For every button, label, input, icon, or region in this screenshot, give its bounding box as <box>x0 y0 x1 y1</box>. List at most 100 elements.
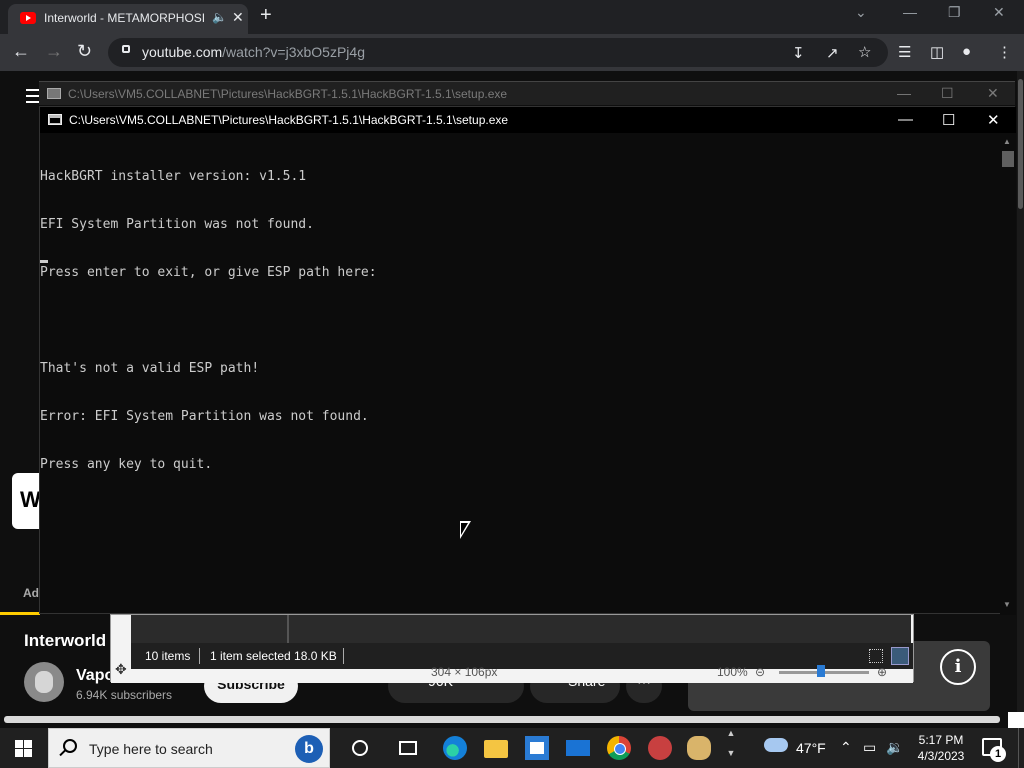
forward-icon[interactable]: → <box>45 41 63 62</box>
mail-icon[interactable] <box>566 740 590 756</box>
file-explorer-icon[interactable] <box>484 740 508 758</box>
back-icon[interactable]: ← <box>12 41 30 62</box>
star-icon[interactable]: ☆ <box>858 43 871 61</box>
scrollbar-corner <box>1008 712 1024 728</box>
browser-minimize-icon[interactable]: — <box>903 4 917 20</box>
taskbar: Type here to search b ▲ ▼ 47°F ⌃ ▭ 🔉 5:17… <box>0 728 1024 768</box>
console-window[interactable]: C:\Users\VM5.COLLABNET\Pictures\HackBGRT… <box>39 106 1016 615</box>
show-hidden-icons-chevron-icon[interactable]: ⌃ <box>840 739 852 756</box>
video-progress-bar[interactable] <box>0 612 40 615</box>
scroll-up-arrow-icon[interactable]: ▲ <box>1003 137 1011 146</box>
tab-search-chevron-icon[interactable]: ⌄ <box>855 4 867 21</box>
maximize-icon[interactable]: ☐ <box>941 85 954 102</box>
zoom-out-icon[interactable]: ⊝ <box>755 665 765 679</box>
tab-close-icon[interactable]: ✕ <box>232 9 244 26</box>
media-icon[interactable]: ☰ <box>898 43 911 61</box>
profile-icon[interactable]: ● <box>962 43 971 60</box>
new-tab-plus-icon[interactable]: + <box>260 5 272 25</box>
text-cursor <box>40 260 48 263</box>
reload-icon[interactable]: ↻ <box>77 41 92 62</box>
system-clock[interactable]: 5:17 PM 4/3/2023 <box>912 732 970 764</box>
console-line: HackBGRT installer version: v1.5.1 <box>40 169 307 184</box>
large-icons-view-icon[interactable] <box>891 647 909 665</box>
tab-title: Interworld - METAMORPHOSIS <box>44 11 204 25</box>
sidebar-icon[interactable]: ◫ <box>930 43 944 61</box>
console-line: That's not a valid ESP path! <box>40 361 260 376</box>
move-icon[interactable]: ✥ <box>115 661 127 678</box>
speaker-icon[interactable]: 🔈 <box>212 10 227 24</box>
console-line: Press enter to exit, or give ESP path he… <box>40 265 377 280</box>
console-scrollbar[interactable]: ▲ ▼ <box>1000 133 1016 615</box>
task-view-icon[interactable] <box>399 741 417 755</box>
lock-icon[interactable] <box>122 45 130 53</box>
explorer-image-statusbar: 304 × 106px 100% ⊝ ⊕ <box>111 665 913 683</box>
channel-avatar[interactable] <box>24 662 64 702</box>
notification-badge: 1 <box>990 746 1006 762</box>
ad-label: Ad <box>23 586 39 600</box>
maximize-icon[interactable]: ☐ <box>942 111 955 129</box>
channel-name[interactable]: Vapo <box>76 667 114 685</box>
network-icon[interactable]: ▭ <box>863 739 876 756</box>
cortana-icon[interactable] <box>352 740 368 756</box>
address-url[interactable]: youtube.com/watch?v=j3xbO5zPj4g <box>142 44 365 60</box>
console-title: C:\Users\VM5.COLLABNET\Pictures\HackBGRT… <box>69 113 509 127</box>
console-titlebar[interactable]: C:\Users\VM5.COLLABNET\Pictures\HackBGRT… <box>40 107 1016 133</box>
chrome-icon[interactable] <box>607 736 631 760</box>
show-desktop-button[interactable] <box>1018 728 1024 768</box>
windows-start-icon[interactable] <box>15 740 32 757</box>
hamburger-menu-icon[interactable] <box>26 89 40 107</box>
zoom-level: 100% <box>717 665 748 679</box>
share-icon[interactable]: ↗ <box>826 44 839 62</box>
close-icon[interactable]: ✕ <box>987 111 1000 129</box>
scroll-down-arrow-icon[interactable]: ▼ <box>1003 600 1011 609</box>
browser-close-icon[interactable]: ✕ <box>993 4 1005 21</box>
console-output[interactable]: HackBGRT installer version: v1.5.1 EFI S… <box>40 137 1000 613</box>
browser-tab[interactable]: Interworld - METAMORPHOSIS 🔈 ✕ <box>8 4 248 34</box>
volume-icon[interactable]: 🔉 <box>886 739 903 756</box>
status-item-count: 10 items <box>145 649 191 663</box>
details-view-icon[interactable] <box>869 649 883 663</box>
close-icon[interactable]: ✕ <box>987 85 999 102</box>
subscriber-count: 6.94K subscribers <box>76 688 173 702</box>
page-scrollbar[interactable] <box>1017 71 1024 713</box>
zoom-in-icon[interactable]: ⊕ <box>877 665 887 679</box>
search-icon <box>63 739 77 753</box>
explorer-status-bar: 10 items 1 item selected 18.0 KB <box>131 643 913 669</box>
minimize-icon[interactable]: — <box>898 111 913 128</box>
console-line: Error: EFI System Partition was not foun… <box>40 409 369 424</box>
weather-icon[interactable] <box>764 738 788 752</box>
menu-icon[interactable]: ⋮ <box>997 43 1012 61</box>
clock-time: 5:17 PM <box>918 733 964 747</box>
store-icon[interactable] <box>525 736 549 760</box>
horizontal-scrollbar[interactable] <box>4 716 1000 723</box>
temperature[interactable]: 47°F <box>796 740 826 756</box>
install-icon[interactable]: ↧ <box>792 44 805 62</box>
taskbar-scroll-arrows[interactable]: ▲ ▼ <box>722 728 740 768</box>
paint-3d-icon[interactable] <box>687 736 711 760</box>
clock-date: 4/3/2023 <box>917 749 965 763</box>
search-placeholder: Type here to search <box>89 741 213 757</box>
taskbar-search-box[interactable]: Type here to search b <box>48 728 330 768</box>
bing-icon[interactable]: b <box>295 735 323 763</box>
minimize-icon[interactable]: — <box>897 85 911 101</box>
edge-icon[interactable] <box>443 736 467 760</box>
browser-restore-icon[interactable]: ❐ <box>948 4 961 21</box>
desktop: Interworld - METAMORPHOSIS 🔈 ✕ + ⌄ — ❐ ✕… <box>0 0 1024 768</box>
console-window-back-titlebar[interactable]: C:\Users\VM5.COLLABNET\Pictures\HackBGRT… <box>39 81 1015 105</box>
status-selection: 1 item selected 18.0 KB <box>210 649 337 663</box>
explorer-content-strip <box>131 615 911 643</box>
cmd-icon <box>48 114 62 125</box>
cmd-icon <box>47 88 61 99</box>
file-explorer-window: 10 items 1 item selected 18.0 KB 304 × 1… <box>110 614 914 683</box>
youtube-favicon <box>20 12 36 24</box>
browser-tabstrip: Interworld - METAMORPHOSIS 🔈 ✕ + ⌄ — ❐ ✕ <box>0 0 1024 34</box>
paint-icon[interactable] <box>648 736 672 760</box>
video-title: Interworld <box>24 631 107 650</box>
console-scroll-thumb[interactable] <box>1002 151 1014 167</box>
page-scroll-thumb[interactable] <box>1018 79 1023 209</box>
zoom-slider-thumb[interactable] <box>817 665 825 677</box>
info-icon[interactable]: i <box>940 649 976 685</box>
console-line: EFI System Partition was not found. <box>40 217 314 232</box>
image-dimensions: 304 × 106px <box>431 665 498 679</box>
address-bar[interactable]: youtube.com/watch?v=j3xbO5zPj4g ↧ ↗ ☆ <box>108 38 888 67</box>
